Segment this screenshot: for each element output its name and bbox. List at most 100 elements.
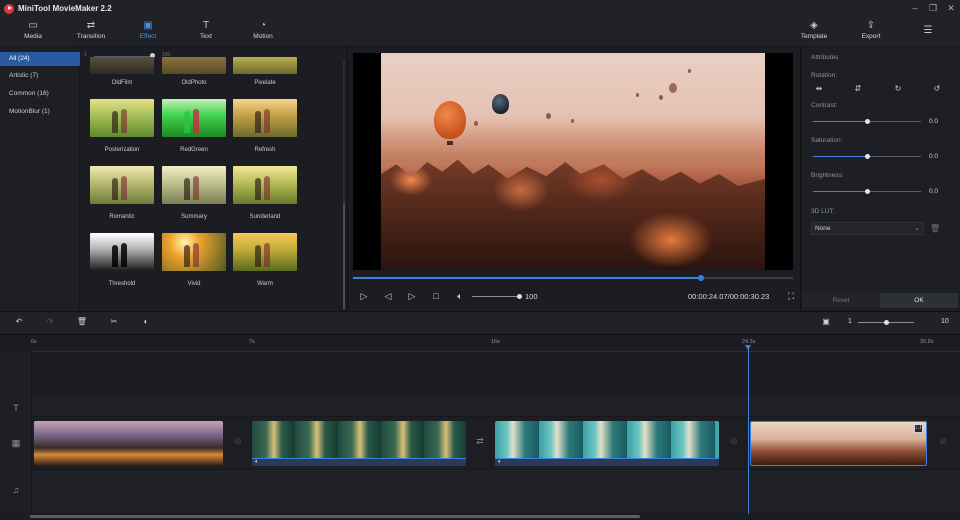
tab-motion[interactable]: ◔ Motion [245,19,281,45]
tab-text[interactable]: T Text [188,19,224,45]
split-icon[interactable]: ✂ [108,316,120,328]
effect-category-panel: All (24) Artistic (7) Common (16) Motion… [0,47,80,310]
music-track-icon: ♫ [12,485,20,495]
flip-horizontal-icon[interactable]: ⇹ [814,84,824,94]
effect-thumb-vivid[interactable] [162,233,226,271]
music-track[interactable] [32,470,960,514]
transition-icon: ⇄ [86,20,96,31]
title-bar: MiniTool MovieMaker 2.2 – ❐ ✕ [0,0,960,17]
ruler-tick: 0s [31,339,37,345]
effect-thumb-romantic[interactable] [90,166,154,204]
audio-detach-icon[interactable]: ◐ [140,316,152,328]
motion-icon: ◔ [259,20,267,31]
ok-button[interactable]: OK [880,293,958,308]
effect-icon: ▣ [143,20,153,31]
tab-media-label: Media [24,33,42,40]
menu-button[interactable]: ☰ [910,19,946,45]
saturation-slider[interactable] [813,154,921,159]
effect-thumb-pixelate[interactable] [233,57,297,74]
slider-min-label: 1 [84,52,87,58]
close-icon[interactable]: ✕ [945,2,957,14]
lut-label: 3D LUT: [811,208,835,215]
contrast-slider[interactable] [813,119,921,124]
text-track[interactable] [32,397,960,417]
effect-thumb-posterization[interactable] [90,99,154,137]
play-icon[interactable]: ▷ [358,290,370,302]
effect-thumb-oldphoto[interactable] [162,57,226,74]
saturation-knob[interactable] [865,154,870,159]
trash-icon[interactable]: 🗑︎ [930,224,940,234]
effect-thumb-warm[interactable] [233,233,297,271]
effect-label-redgreen: RedGreen [180,147,208,153]
effects-scrollbar[interactable] [343,60,345,310]
transition-link-icon[interactable]: ⊘ [936,436,950,446]
transition-applied-icon[interactable]: ⇄ [473,436,487,446]
contrast-knob[interactable] [865,119,870,124]
video-clip-city-night[interactable] [34,421,223,466]
tab-transition[interactable]: ⇄ Transition [73,19,109,45]
stop-icon[interactable]: □ [430,290,442,302]
tab-media[interactable]: ▭ Media [15,19,51,45]
tab-effect[interactable]: ▣ Effect [130,19,166,45]
export-label: Export [861,33,881,40]
flip-vertical-icon[interactable]: ⇵ [853,84,863,94]
category-artistic[interactable]: Artistic (7) [0,69,80,83]
effect-thumb-redgreen[interactable] [162,99,226,137]
folder-icon: ▭ [28,20,38,31]
volume-knob[interactable] [517,294,522,299]
lut-select[interactable]: None ⌄ [811,222,924,235]
reset-button[interactable]: Reset [802,293,880,308]
saturation-label: Saturation: [811,137,843,144]
effect-thumb-sunderland[interactable] [233,166,297,204]
clip-copy-icon[interactable]: ❐ [914,424,923,433]
fit-timeline-icon[interactable]: ▣ [820,316,832,328]
transition-link-icon[interactable]: ⊘ [231,436,245,446]
fullscreen-icon[interactable]: ⛶ [785,290,797,302]
prev-frame-icon[interactable]: ◁ [382,290,394,302]
attributes-header: Attributes [811,54,839,61]
restore-icon[interactable]: ❐ [927,2,939,14]
rotate-clockwise-icon[interactable]: ↻ [893,84,903,94]
volume-icon[interactable]: 🔈︎ [454,290,466,302]
playback-progress-bar[interactable] [353,275,793,281]
category-all[interactable]: All (24) [0,52,80,66]
saturation-value: 0.0 [929,153,939,160]
timeline-zoom-slider[interactable] [858,320,914,325]
transition-link-icon[interactable]: ⊘ [727,436,741,446]
delete-icon[interactable]: 🗑︎ [76,316,88,328]
effect-label-summary: Summary [181,214,207,220]
template-label: Template [800,33,828,40]
next-frame-icon[interactable]: ▷ [406,290,418,302]
category-motionblur[interactable]: MotionBlur (1) [0,105,80,119]
video-clip-coast-aerial[interactable]: 🔈︎ [495,421,719,466]
redo-icon[interactable]: ↷ [44,316,56,328]
timeline-horizontal-scrollbar[interactable] [30,515,640,518]
main-toolbar: ▭ Media ⇄ Transition ▣ Effect T Text ◔ M… [0,17,960,47]
effects-scrollbar-thumb[interactable] [343,203,345,309]
category-common[interactable]: Common (16) [0,87,80,101]
effect-thumb-refresh[interactable] [233,99,297,137]
zoom-knob[interactable] [884,320,889,325]
export-button[interactable]: ⇪ Export [853,19,889,45]
brightness-knob[interactable] [865,189,870,194]
video-clip-balloons-selected[interactable]: ❐ [750,421,927,466]
export-icon: ⇪ [866,20,876,31]
undo-icon[interactable]: ↶ [13,316,25,328]
tab-transition-label: Transition [76,33,106,40]
ruler-tick: 7s [249,339,255,345]
effect-thumb-threshold[interactable] [90,233,154,271]
effect-label-vivid: Vivid [187,281,201,287]
template-button[interactable]: ◈ Template [795,19,833,45]
video-clip-forest-sun[interactable]: 🔈︎ [252,421,466,466]
rotation-label: Rotation: [811,72,838,79]
brightness-label: Brightness: [811,172,844,179]
volume-slider[interactable] [472,294,522,299]
minimize-icon[interactable]: – [909,2,921,14]
rotate-counterclockwise-icon[interactable]: ↺ [932,84,942,94]
effect-thumb-oldfilm[interactable] [90,57,154,74]
brightness-slider[interactable] [813,189,921,194]
effect-thumb-summary[interactable] [162,166,226,204]
progress-knob[interactable] [697,275,704,281]
timeline-playhead[interactable] [745,345,751,514]
effect-label-refresh: Refresh [254,147,276,153]
